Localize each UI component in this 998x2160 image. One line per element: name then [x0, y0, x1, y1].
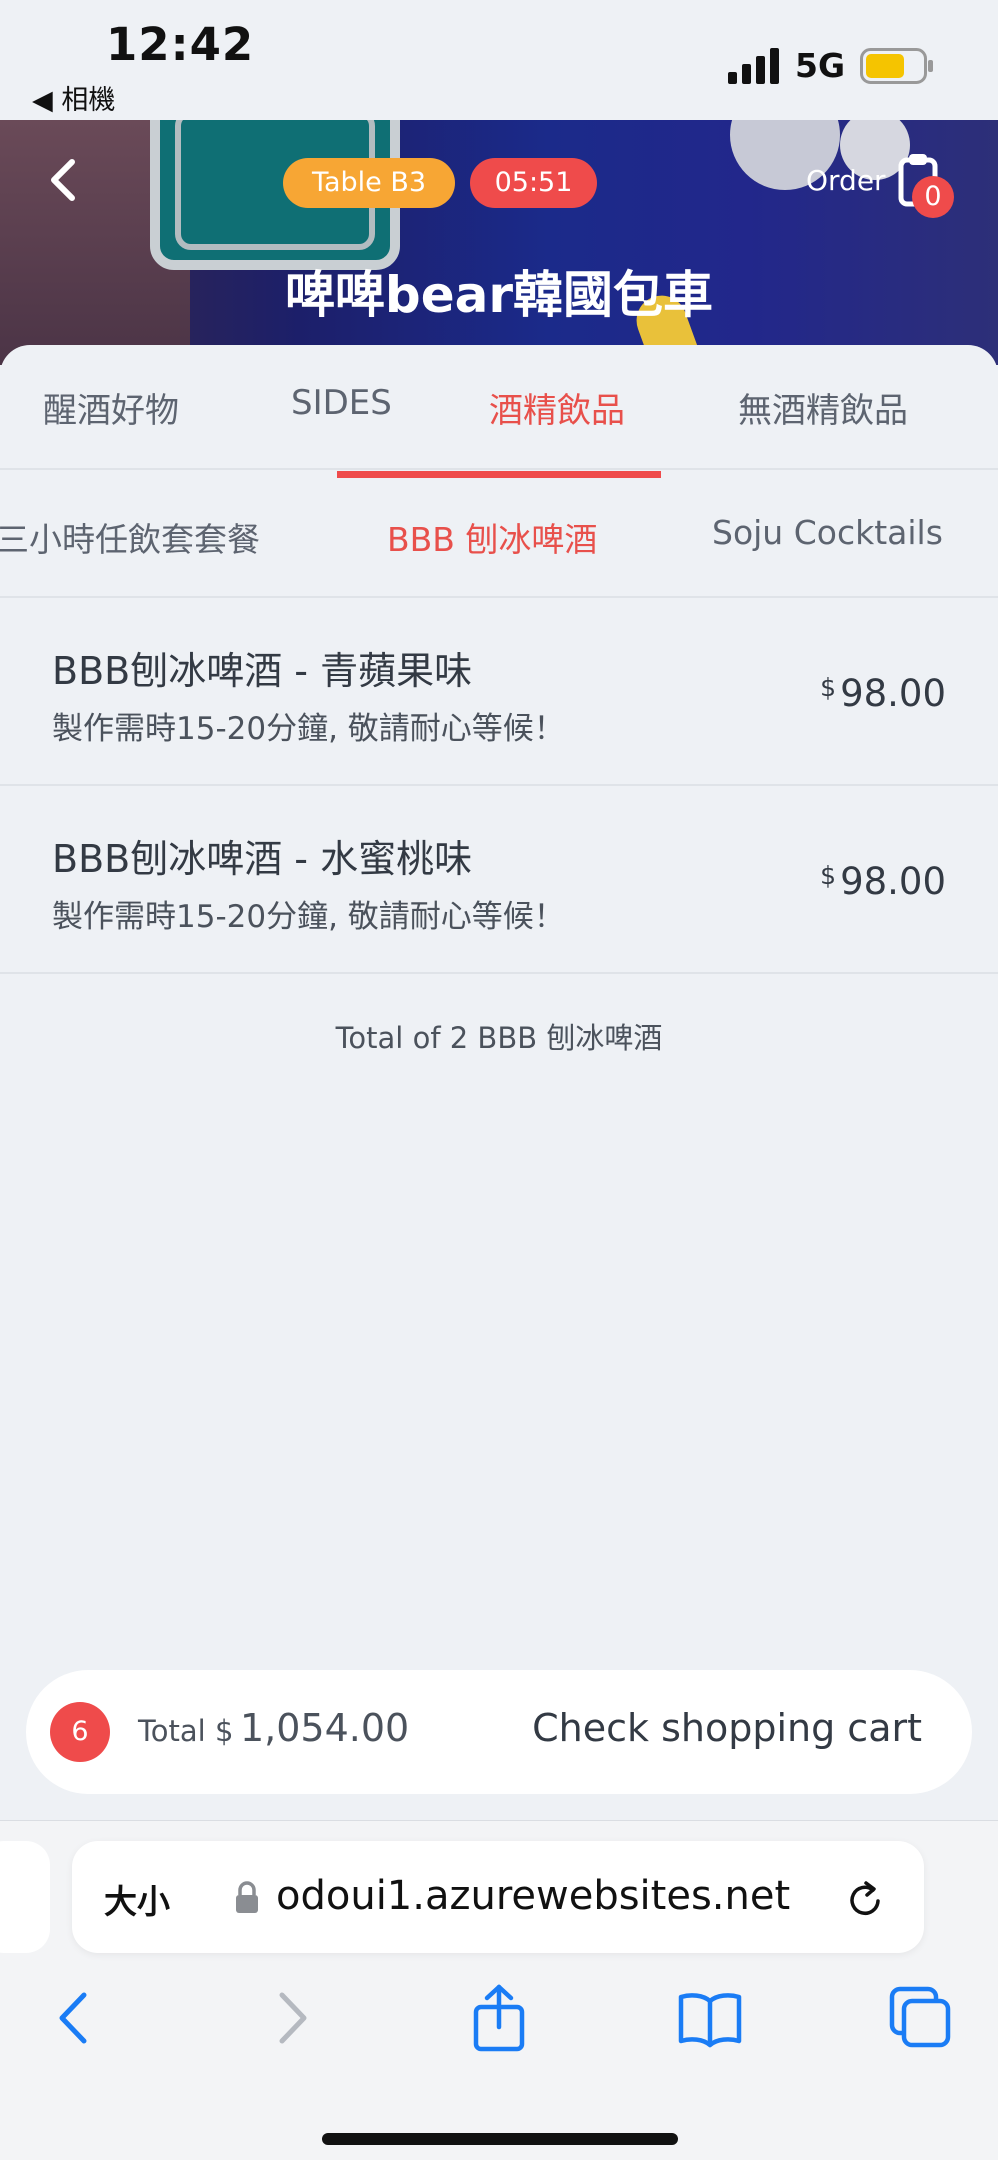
product-name: BBB刨冰啤酒 - 水蜜桃味 — [52, 837, 473, 881]
order-label[interactable]: Order — [806, 164, 886, 197]
product-name: BBB刨冰啤酒 - 青蘋果味 — [52, 649, 473, 693]
reload-icon[interactable] — [844, 1877, 888, 1921]
url-text[interactable]: odoui1.azurewebsites.net — [276, 1873, 790, 1919]
product-price: $98.00 — [820, 860, 946, 903]
cart-total-value: 1,054.00 — [240, 1706, 410, 1750]
signal-bars-icon — [728, 48, 779, 84]
table-badge: Table B3 — [283, 158, 455, 208]
currency-symbol: $ — [820, 861, 837, 890]
list-total-text: Total of 2 BBB 刨冰啤酒 — [335, 1021, 663, 1055]
product-description: 製作需時15-20分鐘, 敬請耐心等候！ — [52, 899, 565, 935]
check-shopping-cart-button[interactable]: Check shopping cart — [532, 1706, 922, 1750]
tab-non-alcoholic-drinks[interactable]: 無酒精飲品 — [738, 383, 908, 432]
currency-symbol: $ — [820, 673, 837, 702]
subcategory-tabs: 三小時任飲套套餐 BBB 刨冰啤酒 Soju Cocktails — [0, 473, 998, 598]
status-time: 12:42 — [106, 18, 255, 71]
home-indicator — [322, 2133, 678, 2145]
product-item[interactable]: BBB刨冰啤酒 - 水蜜桃味 製作需時15-20分鐘, 敬請耐心等候！ $98.… — [0, 788, 998, 974]
address-bar[interactable]: 大小 odoui1.azurewebsites.net — [72, 1841, 924, 1953]
bookmarks-icon[interactable] — [675, 1983, 745, 2053]
previous-tab-card[interactable] — [0, 1841, 50, 1953]
cart-total-label: Total $ — [138, 1714, 234, 1748]
lock-icon — [236, 1881, 258, 1913]
tab-sober-goods[interactable]: 醒酒好物 — [43, 383, 179, 432]
back-to-app-link[interactable]: ◀ 相機 — [32, 78, 115, 117]
price-value: 98.00 — [840, 672, 946, 715]
subtab-soju-cocktails[interactable]: Soju Cocktails — [712, 513, 943, 552]
cart-bar[interactable]: 6 Total $ 1,054.00 Check shopping cart — [26, 1670, 972, 1794]
store-title: 啤啤bear韓國包車 — [284, 266, 714, 324]
chevron-left-icon — [51, 159, 75, 201]
store-header: Table B3 05:51 Order 0 啤啤bear韓國包車 — [0, 120, 998, 365]
cart-count-badge: 6 — [50, 1702, 110, 1762]
product-price: $98.00 — [820, 672, 946, 715]
tab-alcoholic-drinks[interactable]: 酒精飲品 — [489, 383, 625, 432]
forward-arrow-icon[interactable] — [256, 1983, 326, 2053]
subtab-three-hour-package[interactable]: 三小時任飲套套餐 — [0, 513, 260, 561]
share-icon[interactable] — [464, 1983, 534, 2053]
back-button[interactable] — [40, 150, 90, 210]
menu-content: 醒酒好物 SIDES 酒精飲品 無酒精飲品 三小時任飲套套餐 BBB 刨冰啤酒 … — [0, 345, 998, 1813]
status-bar: 12:42 ◀ 相機 5G — [0, 0, 998, 120]
text-size-button[interactable]: 大小 — [104, 1875, 170, 1923]
product-description: 製作需時15-20分鐘, 敬請耐心等候！ — [52, 711, 565, 747]
battery-icon — [860, 48, 933, 84]
category-tabs: 醒酒好物 SIDES 酒精飲品 無酒精飲品 — [0, 345, 998, 470]
tab-sides[interactable]: SIDES — [291, 383, 392, 423]
timer-badge: 05:51 — [470, 158, 597, 208]
browser-toolbar: 大小 odoui1.azurewebsites.net — [0, 1820, 998, 2160]
subtab-bbb-shaved-ice-beer[interactable]: BBB 刨冰啤酒 — [387, 513, 597, 561]
back-arrow-icon[interactable] — [40, 1983, 110, 2053]
network-type: 5G — [795, 46, 846, 85]
product-item[interactable]: BBB刨冰啤酒 - 青蘋果味 製作需時15-20分鐘, 敬請耐心等候！ $98.… — [0, 600, 998, 786]
price-value: 98.00 — [840, 860, 946, 903]
tabs-icon[interactable] — [886, 1983, 956, 2053]
order-count-badge: 0 — [912, 176, 954, 218]
